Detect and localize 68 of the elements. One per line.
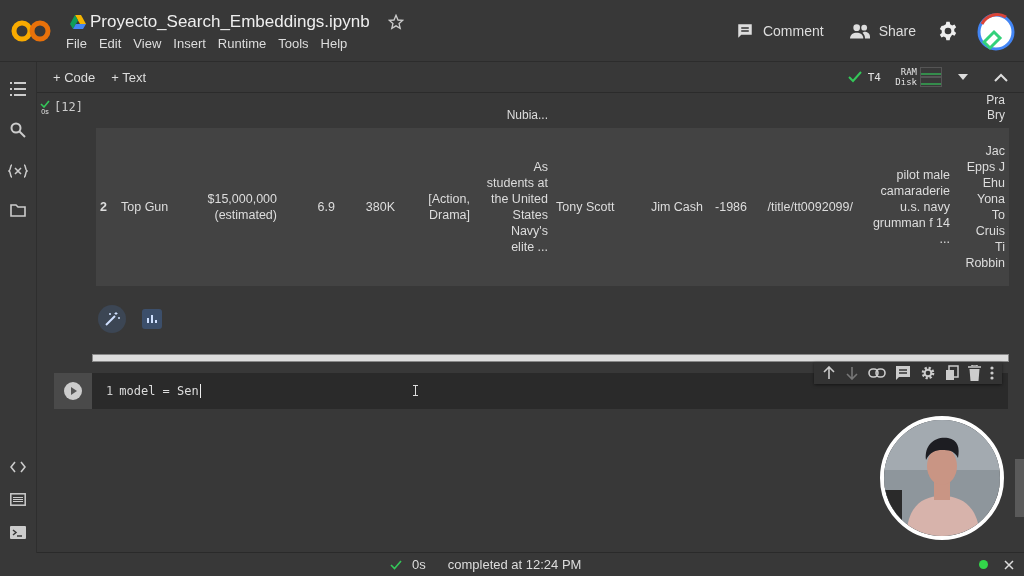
table-cell-text: Jac Epps J Ehu Yona To Cruis Ti Robbin <box>964 143 1006 271</box>
status-message: completed at 12:24 PM <box>447 557 582 572</box>
vertical-scrollbar[interactable] <box>1015 459 1024 517</box>
comment-icon <box>735 21 754 40</box>
table-cell-text: Nubia... <box>505 108 549 124</box>
table-of-contents-icon[interactable] <box>10 82 26 96</box>
settings-icon[interactable] <box>920 365 936 381</box>
usage-meter-icon <box>920 77 942 87</box>
text-cursor-icon <box>413 385 418 396</box>
menu-item[interactable]: View <box>133 36 162 51</box>
runtime-label[interactable]: T4 <box>867 70 881 84</box>
table-cell-text: Tony Scott <box>555 199 616 215</box>
more-icon[interactable] <box>990 366 994 380</box>
table-cell-text: 6.9 <box>316 199 336 215</box>
play-icon <box>64 382 82 400</box>
collapse-icon[interactable] <box>994 72 1008 82</box>
folder-icon[interactable] <box>10 204 26 217</box>
table-cell-text: 380K <box>364 199 396 215</box>
execution-count: [12] <box>54 100 83 114</box>
search-icon[interactable] <box>10 122 26 138</box>
table-cell-text: As students at the United States Navy's elite ... <box>485 159 549 255</box>
table-cell-text: Jim Cash <box>649 199 704 215</box>
people-icon <box>849 22 870 39</box>
horizontal-scrollbar[interactable] <box>92 354 1009 362</box>
mirror-cell-icon[interactable] <box>945 365 959 381</box>
star-icon[interactable] <box>387 14 404 30</box>
menu-item[interactable]: File <box>66 36 87 51</box>
menu-item[interactable]: Tools <box>278 36 309 51</box>
variables-icon[interactable] <box>8 164 28 178</box>
line-number: 1 <box>106 384 114 398</box>
add-text-button[interactable]: + Text <box>105 67 153 87</box>
table-cell-text: $15,000,000 (estimated) <box>206 191 278 223</box>
menu-item[interactable]: Insert <box>173 36 206 51</box>
add-code-button[interactable]: + Code <box>47 67 102 87</box>
usage-meter-icon <box>920 67 942 77</box>
resource-label: RAM <box>899 67 917 77</box>
magic-wand-icon[interactable] <box>98 305 126 333</box>
delete-icon[interactable] <box>968 365 981 381</box>
resource-label: Disk <box>894 77 917 87</box>
move-up-icon[interactable] <box>822 366 836 380</box>
table-cell-text: Top Gun <box>120 199 170 215</box>
code-icon[interactable] <box>10 461 26 473</box>
dropdown-caret-icon[interactable] <box>958 74 968 80</box>
execution-time: 0s <box>412 557 426 572</box>
colab-logo-icon[interactable] <box>11 18 51 43</box>
menu-item[interactable]: Help <box>320 36 348 51</box>
menu-item[interactable]: Runtime <box>217 36 267 51</box>
comment-button[interactable]: Comment <box>731 17 828 44</box>
table-cell-text: 2 <box>99 199 108 215</box>
table-cell-text: [Action, Drama] <box>427 191 471 223</box>
link-icon[interactable] <box>868 368 886 378</box>
table-cell-text: /title/tt0092099/ <box>766 199 854 215</box>
settings-icon[interactable] <box>938 20 958 41</box>
code-line: model = Sen <box>119 384 199 398</box>
table-cell-text: pilot male camaraderie u.s. navy grumman f 14 ... <box>871 167 951 247</box>
share-button[interactable]: Share <box>845 18 920 43</box>
terminal-icon[interactable] <box>10 526 26 539</box>
move-down-icon[interactable] <box>845 366 859 380</box>
chart-icon[interactable] <box>142 309 162 329</box>
table-cell-text: -1986 <box>714 199 748 215</box>
menu-item[interactable]: Edit <box>98 36 122 51</box>
table-cell-text: Pra Bry <box>985 93 1006 124</box>
close-icon[interactable] <box>1004 559 1014 570</box>
drive-icon <box>70 15 86 29</box>
comment-icon[interactable] <box>895 365 911 381</box>
list-icon[interactable] <box>10 493 26 506</box>
notebook-title[interactable]: Proyecto_Search_Embeddings.ipynb <box>90 12 370 32</box>
run-button[interactable] <box>54 373 92 409</box>
